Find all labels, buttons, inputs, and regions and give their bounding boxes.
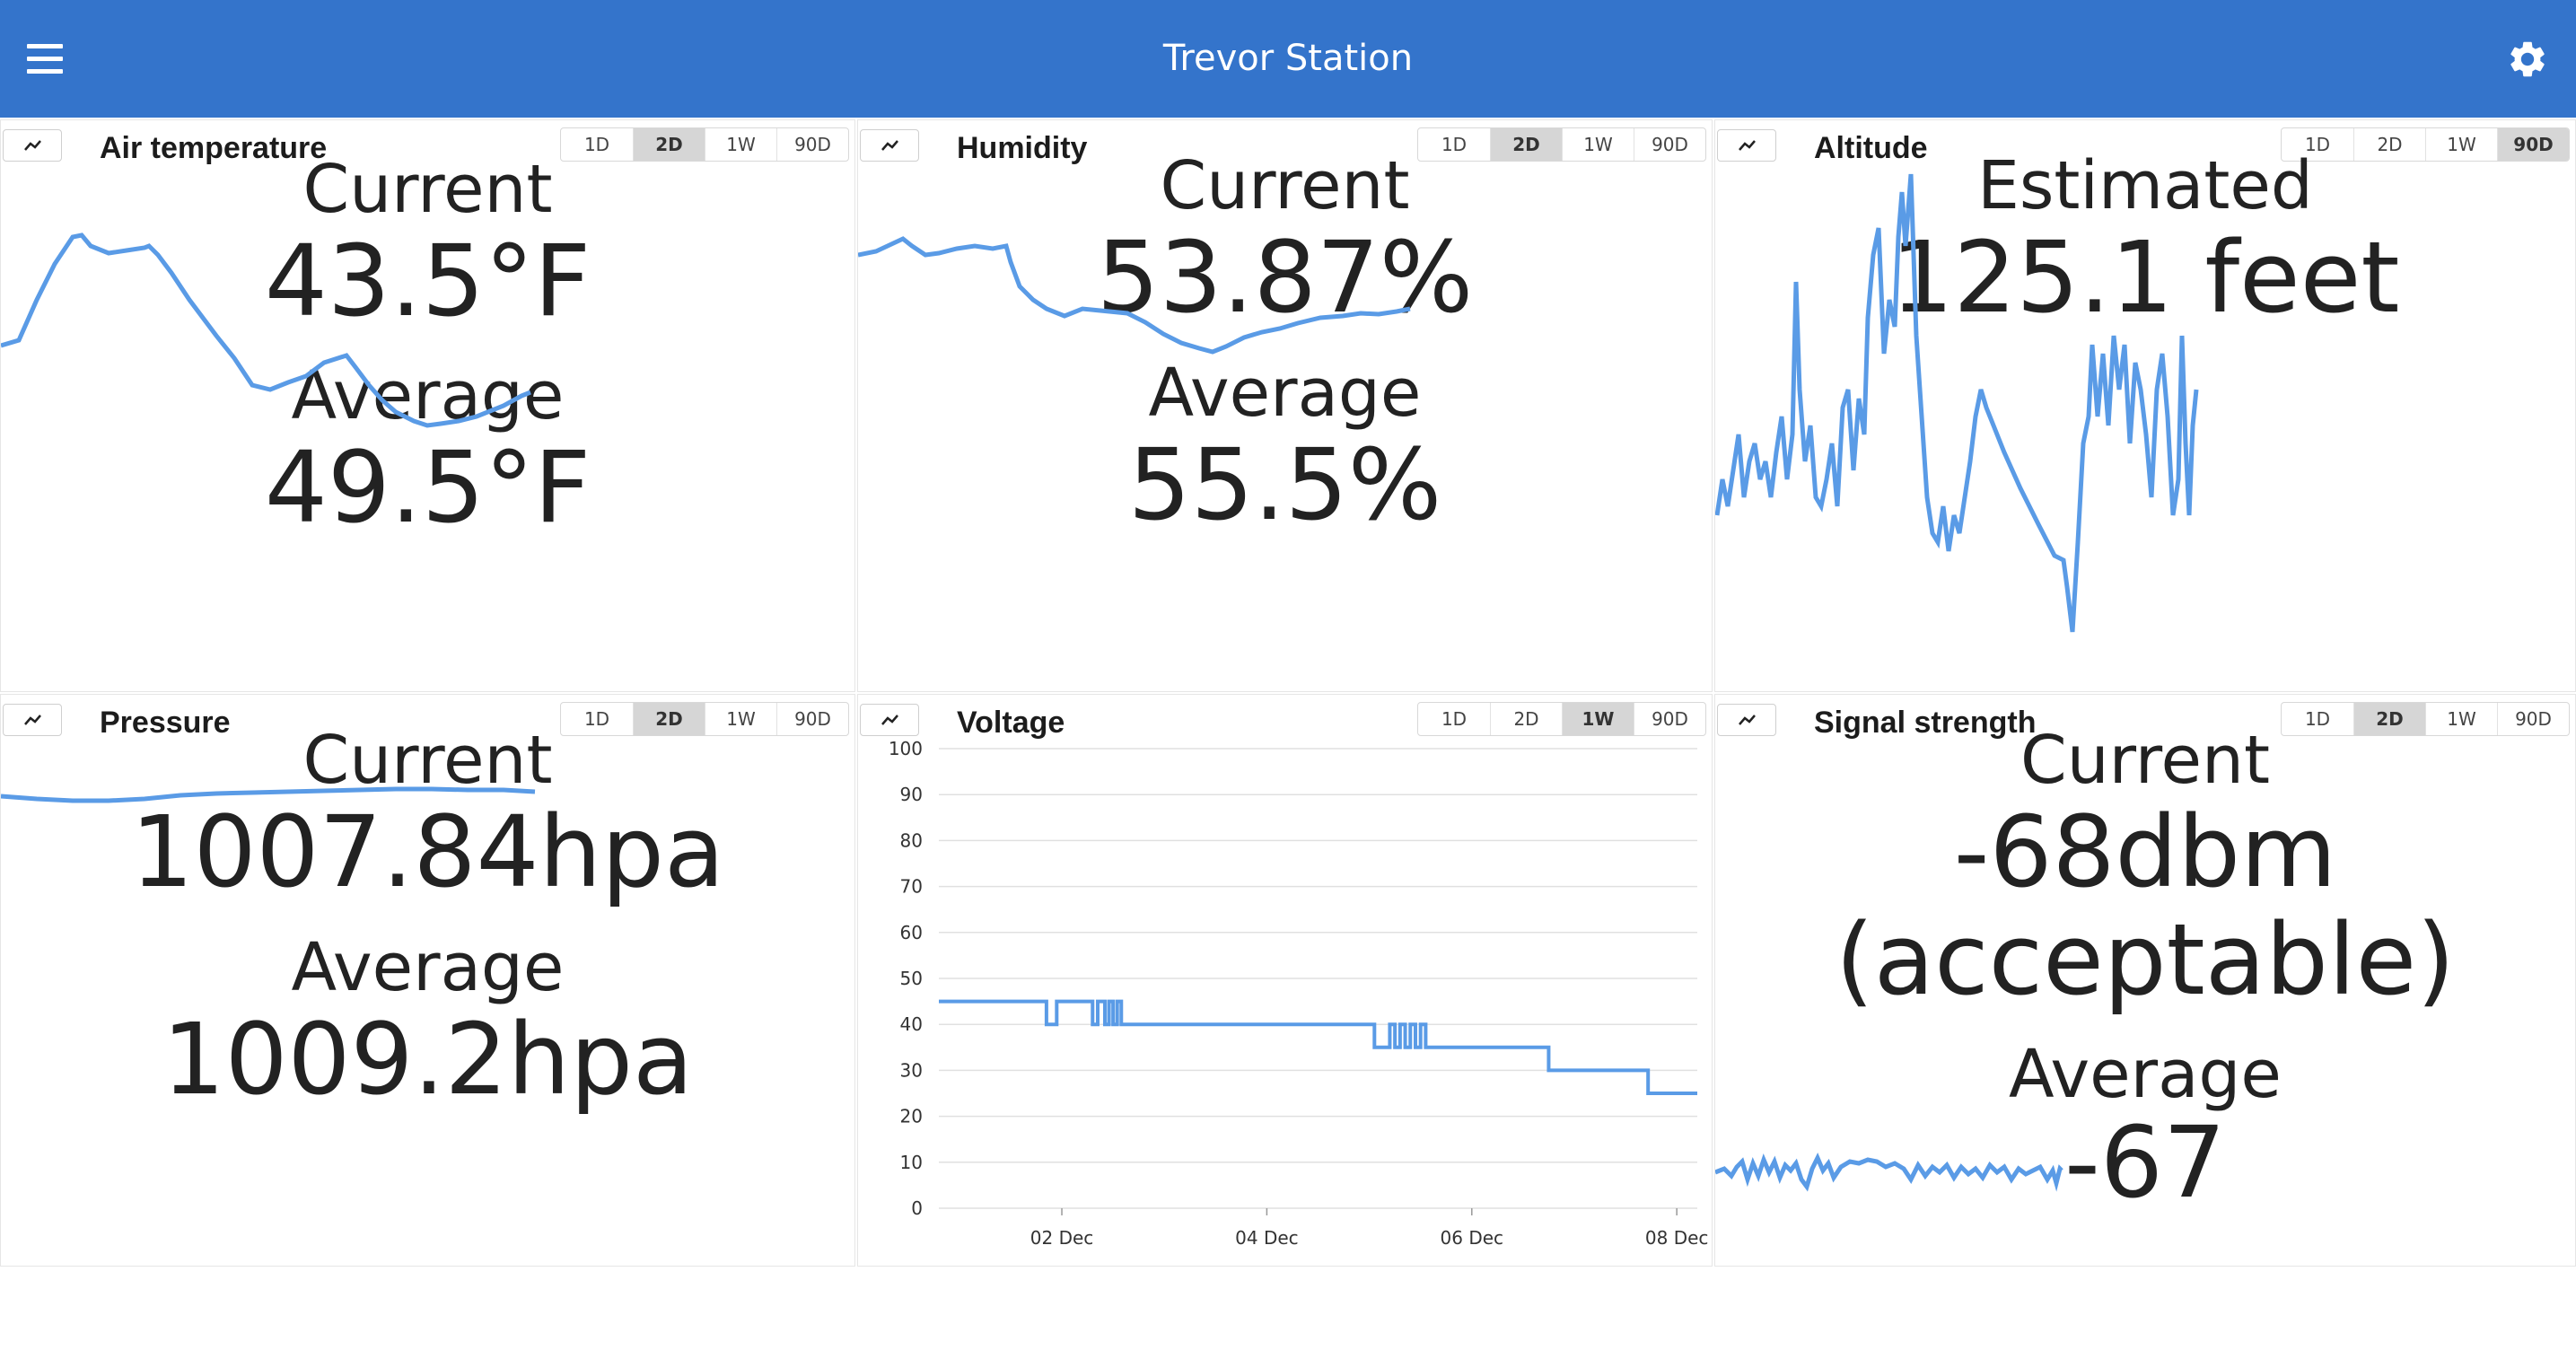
stats-average: Average 55.5%: [858, 360, 1712, 534]
average-label: Average: [1148, 355, 1422, 432]
card-pressure: Pressure 1D 2D 1W 90D Current 1007.84hpa…: [0, 694, 855, 1267]
gear-icon[interactable]: [2506, 38, 2549, 81]
average-label: Average: [2009, 1036, 2282, 1113]
y-tick-label: 30: [900, 1059, 923, 1081]
stats: Current -68dbm (acceptable): [1715, 727, 2575, 1009]
app-title: Trevor Station: [1162, 38, 1414, 79]
estimated-value: 125.1 feet: [1890, 220, 2400, 335]
y-tick-label: 80: [900, 829, 923, 851]
y-tick-label: 60: [900, 922, 923, 943]
stats-average: Average -67: [1715, 1041, 2575, 1212]
average-label: Average: [291, 357, 565, 434]
card-voltage: Voltage 1D 2D 1W 90D 0 10 20 30 40 50 60 70 80 90…: [857, 694, 1713, 1267]
voltage-chart: 0 10 20 30 40 50 60 70 80 90 100 02 Dec 04 Dec 06 Dec…: [889, 738, 1709, 1249]
current-value: 1007.84hpa: [130, 794, 725, 909]
y-tick-label: 100: [889, 738, 923, 759]
current-value: 43.5°F: [264, 224, 591, 338]
stats: Current 53.87%: [858, 153, 1712, 327]
current-label: Current: [1160, 147, 1410, 224]
average-value: 49.5°F: [264, 430, 591, 545]
estimated-label: Estimated: [1977, 147, 2313, 224]
card-humidity: Humidity 1D 2D 1W 90D Current 53.87% Ave…: [857, 119, 1713, 692]
average-value: 1009.2hpa: [162, 1002, 694, 1117]
average-label: Average: [291, 929, 565, 1006]
average-value: 55.5%: [1127, 427, 1442, 542]
stats-average: Average 1009.2hpa: [1, 934, 854, 1109]
x-tick-label: 02 Dec: [1030, 1227, 1094, 1249]
card-signal-strength: Signal strength 1D 2D 1W 90D Current -68…: [1714, 694, 2576, 1267]
current-label: Current: [2020, 722, 2270, 799]
app-bar: Trevor Station: [0, 0, 2576, 118]
y-tick-label: 50: [900, 968, 923, 989]
y-tick-label: 0: [911, 1197, 923, 1219]
stats: Current 1007.84hpa: [1, 727, 854, 901]
current-status: (acceptable): [1835, 902, 2456, 1017]
x-tick-label: 06 Dec: [1441, 1227, 1504, 1249]
x-tick-label: 08 Dec: [1645, 1227, 1709, 1249]
y-tick-label: 40: [900, 1013, 923, 1035]
current-label: Current: [302, 722, 553, 799]
card-air-temperature: Air temperature 1D 2D 1W 90D Current 43.…: [0, 119, 855, 692]
y-tick-label: 90: [900, 784, 923, 805]
y-tick-label: 70: [900, 876, 923, 898]
stats-average: Average 49.5°F: [1, 363, 854, 537]
card-altitude: Altitude 1D 2D 1W 90D Estimated 125.1 fe…: [1714, 119, 2576, 692]
current-value: 53.87%: [1096, 220, 1474, 335]
x-tick-label: 04 Dec: [1235, 1227, 1299, 1249]
y-tick-label: 20: [900, 1106, 923, 1127]
stats: Current 43.5°F: [1, 156, 854, 330]
current-value: -68dbm: [1953, 794, 2337, 909]
average-value: -67: [2064, 1105, 2226, 1220]
current-label: Current: [302, 151, 553, 228]
y-tick-label: 10: [900, 1152, 923, 1173]
stats: Estimated 125.1 feet: [1715, 153, 2575, 327]
voltage-series-line: [939, 999, 1697, 1095]
